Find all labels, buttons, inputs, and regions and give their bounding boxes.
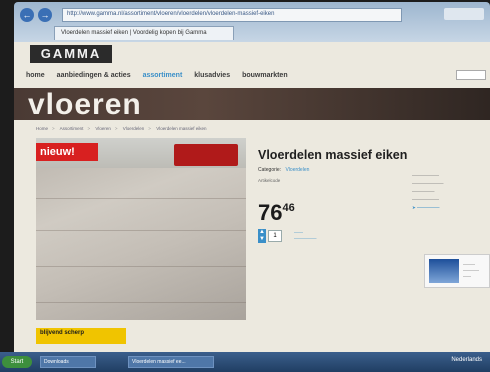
- quantity-stepper: ▲ ▼ 1 —— —————: [258, 229, 317, 243]
- info-check-icon[interactable]: ➤ —————: [412, 205, 440, 210]
- floor-plank-line: [36, 198, 246, 199]
- nav-aanbiedingen[interactable]: aanbiedingen & acties: [57, 72, 131, 79]
- breadcrumb-current: Vloerdelen massief eiken: [156, 126, 207, 131]
- floor-plank-line: [36, 302, 246, 303]
- product-image-sofa: [174, 144, 238, 166]
- nav-assortiment[interactable]: assortiment: [143, 72, 183, 79]
- category-label: Categorie:: [258, 167, 282, 173]
- category-link[interactable]: Vloerdelen: [285, 167, 309, 173]
- quantity-up-down-icon[interactable]: ▲ ▼: [258, 229, 266, 243]
- taskbar-language: Nederlands: [451, 357, 482, 363]
- price-cents: 46: [282, 202, 295, 214]
- product-image[interactable]: [36, 138, 246, 320]
- promo-label: blijvend scherp: [36, 328, 126, 344]
- new-badge: nieuw!: [36, 143, 98, 161]
- breadcrumb-vloeren[interactable]: Vloeren: [95, 126, 111, 131]
- site-logo[interactable]: GAMMA: [30, 45, 112, 63]
- back-icon[interactable]: ←: [20, 8, 34, 22]
- breadcrumb-assortiment[interactable]: Assortiment: [60, 126, 84, 131]
- browser-chrome: ← → http://www.gamma.nl/assortiment/vloe…: [14, 2, 490, 42]
- search-input[interactable]: [456, 70, 486, 80]
- side-info-text: —————— ——————— ————— —————— ➤ —————: [412, 173, 444, 210]
- floor-plank-line: [36, 230, 246, 231]
- taskbar-item-downloads[interactable]: Downloads: [40, 356, 96, 368]
- nav-home[interactable]: home: [26, 72, 45, 79]
- nav-klusadvies[interactable]: klusadvies: [194, 72, 230, 79]
- breadcrumb: Home > Assortiment > Vloeren > Vloerdelen > …: [36, 126, 207, 131]
- product-title: Vloerdelen massief eiken: [258, 148, 408, 162]
- floor-plank-line: [36, 266, 246, 267]
- product-links[interactable]: —— —————: [294, 230, 317, 242]
- os-taskbar: Start Downloads Vloerdelen massief ee...…: [0, 352, 490, 372]
- price-main: 76: [258, 200, 283, 225]
- quantity-field[interactable]: 1: [268, 230, 282, 242]
- web-page: GAMMA home aanbiedingen & acties assorti…: [14, 42, 490, 352]
- nav-bouwmarkten[interactable]: bouwmarkten: [242, 72, 288, 79]
- browser-controls-icon[interactable]: [444, 8, 484, 20]
- main-navigation: home aanbiedingen & acties assortiment k…: [26, 68, 490, 83]
- taskbar-item-browser[interactable]: Vloerdelen massief ee...: [128, 356, 214, 368]
- product-price: 7646: [258, 196, 295, 225]
- address-bar[interactable]: http://www.gamma.nl/assortiment/vloeren/…: [62, 8, 402, 22]
- side-promo-image: [429, 259, 459, 283]
- side-promo-box[interactable]: ——— ———— ——: [424, 254, 490, 288]
- product-meta: Artikelcode: [258, 178, 281, 183]
- breadcrumb-vloerdelen[interactable]: Vloerdelen: [123, 126, 145, 131]
- forward-icon[interactable]: →: [38, 8, 52, 22]
- product-category: Categorie: Vloerdelen: [258, 167, 309, 173]
- breadcrumb-home[interactable]: Home: [36, 126, 48, 131]
- browser-tab[interactable]: Vloerdelen massief eiken | Voordelig kop…: [54, 26, 234, 40]
- page-title: vloeren: [28, 88, 142, 121]
- side-promo-text: ——— ———— ——: [463, 261, 479, 278]
- start-button[interactable]: Start: [2, 356, 32, 368]
